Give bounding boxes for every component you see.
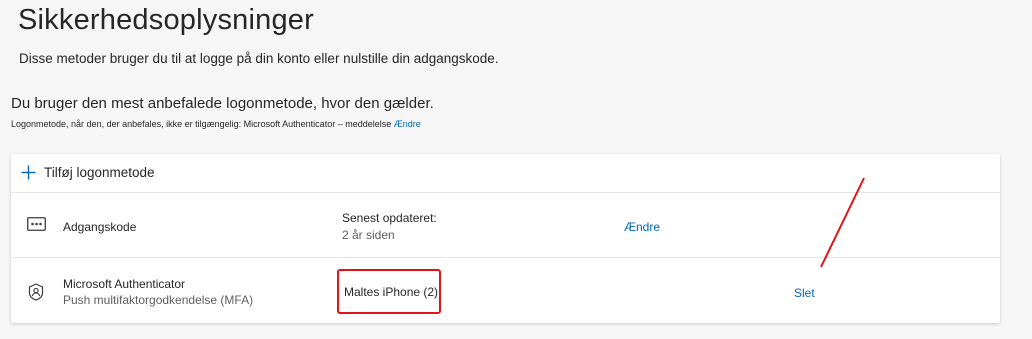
last-updated-value: 2 år siden <box>342 228 395 242</box>
recommended-method-text: Du bruger den mest anbefalede logonmetod… <box>11 95 434 112</box>
fallback-method-text: Logonmetode, når den, der anbefales, ikk… <box>11 119 392 129</box>
method-name: Microsoft Authenticator <box>63 277 186 291</box>
delete-authenticator-link[interactable]: Slet <box>794 286 815 300</box>
password-dots-icon <box>27 217 46 231</box>
method-row-password: Adgangskode Senest opdateret: 2 år siden… <box>11 193 1000 258</box>
change-default-method-link[interactable]: Ændre <box>394 119 421 129</box>
add-signin-method-label: Tilføj logonmetode <box>44 165 155 180</box>
method-name: Adgangskode <box>63 220 137 234</box>
security-methods-card: Tilføj logonmetode Adgangskode Senest op… <box>11 154 1000 323</box>
authenticator-icon <box>28 283 44 301</box>
method-row-authenticator: Microsoft Authenticator Push multifaktor… <box>11 258 1000 323</box>
add-signin-method-button[interactable]: Tilføj logonmetode <box>11 154 1000 193</box>
plus-icon <box>21 165 36 180</box>
last-updated-label: Senest opdateret: <box>342 211 437 225</box>
method-description: Push multifaktorgodkendelse (MFA) <box>63 293 254 307</box>
page-title: Sikkerhedsoplysninger <box>18 4 314 36</box>
annotation-highlight-box <box>337 269 441 314</box>
page-subtitle: Disse metoder bruger du til at logge på … <box>19 51 499 66</box>
change-password-link[interactable]: Ændre <box>624 220 660 234</box>
fallback-method-line: Logonmetode, når den, der anbefales, ikk… <box>11 119 421 129</box>
